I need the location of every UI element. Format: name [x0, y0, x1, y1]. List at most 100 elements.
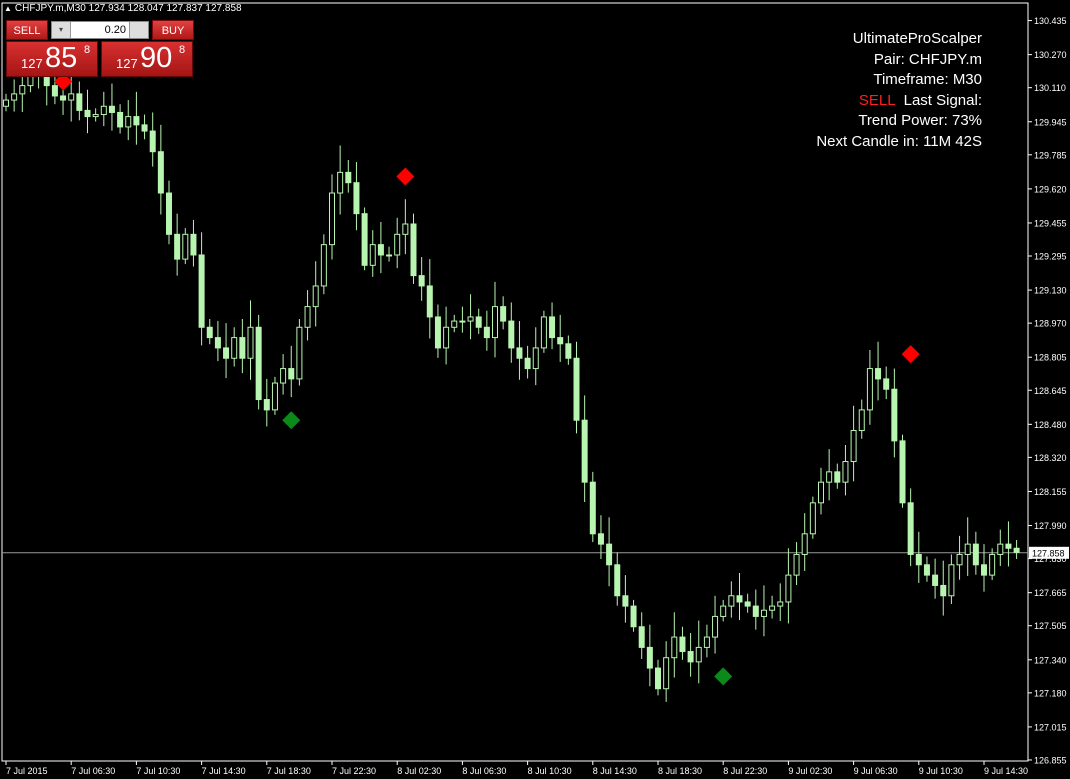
- candle-body: [932, 574, 939, 586]
- candle: [190, 219, 197, 267]
- candle: [377, 221, 384, 274]
- candle: [475, 308, 482, 334]
- candle-body: [451, 320, 458, 328]
- sell-button[interactable]: SELL: [6, 20, 48, 40]
- y-tick-label: 129.785: [1034, 150, 1067, 160]
- y-tick-label: 130.435: [1034, 16, 1067, 26]
- candle: [760, 585, 767, 637]
- candle-body: [655, 667, 661, 690]
- candle: [850, 405, 857, 482]
- candle-body: [190, 233, 197, 256]
- candle-body: [532, 347, 539, 370]
- candle-body: [149, 130, 156, 153]
- buy-button[interactable]: BUY: [152, 20, 194, 40]
- candle: [679, 626, 686, 660]
- y-tick-label: 128.320: [1034, 453, 1067, 463]
- candle: [84, 89, 91, 134]
- candle-body: [76, 93, 83, 111]
- candle-body: [508, 320, 515, 349]
- candle: [948, 554, 955, 605]
- chart-title-text: CHFJPY.m,M30 127.934 128.047 127.837 127…: [14, 3, 242, 14]
- candle: [255, 314, 262, 410]
- candle: [500, 296, 507, 330]
- y-tick-label: 127.505: [1034, 621, 1067, 631]
- candle-body: [923, 564, 930, 576]
- candle-body: [198, 254, 205, 328]
- candle-body: [948, 564, 955, 597]
- x-tick-label: 9 Jul 06:30: [854, 766, 898, 776]
- candle-body: [557, 337, 564, 345]
- candle: [907, 488, 914, 567]
- candle: [1005, 521, 1012, 567]
- y-tick-label: 128.645: [1034, 386, 1067, 396]
- last-signal-label: Last Signal:: [903, 91, 982, 109]
- lot-increase-icon[interactable]: [129, 22, 148, 38]
- candle-body: [320, 244, 327, 287]
- candle: [508, 302, 515, 363]
- candle: [834, 463, 841, 489]
- candle: [418, 257, 425, 301]
- sell-price-button[interactable]: 127 85 8: [6, 41, 98, 77]
- candle-body: [760, 609, 767, 617]
- lot-size-input[interactable]: 0.20: [66, 22, 126, 38]
- x-tick-label: 8 Jul 06:30: [462, 766, 506, 776]
- candle: [826, 449, 833, 501]
- candle: [337, 145, 344, 215]
- candle-body: [540, 316, 547, 349]
- candle: [125, 100, 132, 141]
- candle-body: [288, 368, 295, 380]
- candle: [516, 321, 523, 380]
- sell-price-prefix: 127: [21, 56, 43, 71]
- candle: [247, 300, 254, 380]
- candle: [133, 91, 140, 145]
- y-tick-label: 128.480: [1034, 420, 1067, 430]
- x-tick-label: 7 Jul 06:30: [71, 766, 115, 776]
- candle: [3, 93, 9, 112]
- candle: [940, 560, 947, 616]
- chart-title: ▲ CHFJPY.m,M30 127.934 128.047 127.837 12…: [4, 3, 242, 14]
- candle-body: [60, 95, 67, 101]
- buy-signal-marker: [282, 411, 301, 430]
- candle: [239, 319, 246, 374]
- candle-body: [956, 553, 963, 566]
- collapse-icon[interactable]: ▲: [4, 4, 12, 13]
- candle: [923, 556, 930, 582]
- candle: [801, 513, 808, 571]
- candle: [157, 124, 164, 215]
- candle-body: [720, 605, 727, 617]
- candle-body: [769, 605, 776, 611]
- indicator-name: UltimateProScalper: [852, 30, 982, 47]
- y-tick-label: 130.110: [1034, 83, 1066, 93]
- candle-body: [842, 461, 849, 483]
- candle: [736, 573, 743, 621]
- candle: [752, 589, 759, 630]
- y-tick-label: 127.180: [1034, 688, 1067, 698]
- candle-body: [940, 584, 947, 597]
- lot-size-field[interactable]: ▾ 0.20: [51, 21, 149, 39]
- candle-body: [777, 601, 784, 607]
- candle: [353, 162, 360, 231]
- candle: [687, 632, 694, 677]
- candle-body: [907, 502, 914, 555]
- candle: [997, 529, 1004, 567]
- candle-body: [255, 326, 262, 401]
- candle-body: [565, 343, 572, 359]
- candle-body: [271, 382, 278, 411]
- buy-price-prefix: 127: [116, 56, 138, 71]
- y-tick-label: 129.455: [1034, 218, 1067, 228]
- indicator-next-candle: Next Candle in: 11M 42S: [816, 132, 982, 150]
- candle: [312, 261, 319, 327]
- x-tick-label: 9 Jul 10:30: [919, 766, 963, 776]
- candle-body: [801, 533, 808, 555]
- candle-body: [459, 320, 466, 323]
- y-tick-label: 128.805: [1034, 353, 1067, 363]
- candle-body: [883, 378, 890, 390]
- candle-body: [68, 93, 75, 101]
- y-tick-label: 127.015: [1034, 722, 1067, 732]
- y-tick-label: 129.945: [1034, 117, 1067, 127]
- candle: [695, 620, 702, 684]
- candle-body: [549, 316, 556, 339]
- candle-body: [402, 223, 409, 235]
- buy-price-button[interactable]: 127 90 8: [101, 41, 193, 77]
- candle-body: [443, 326, 450, 349]
